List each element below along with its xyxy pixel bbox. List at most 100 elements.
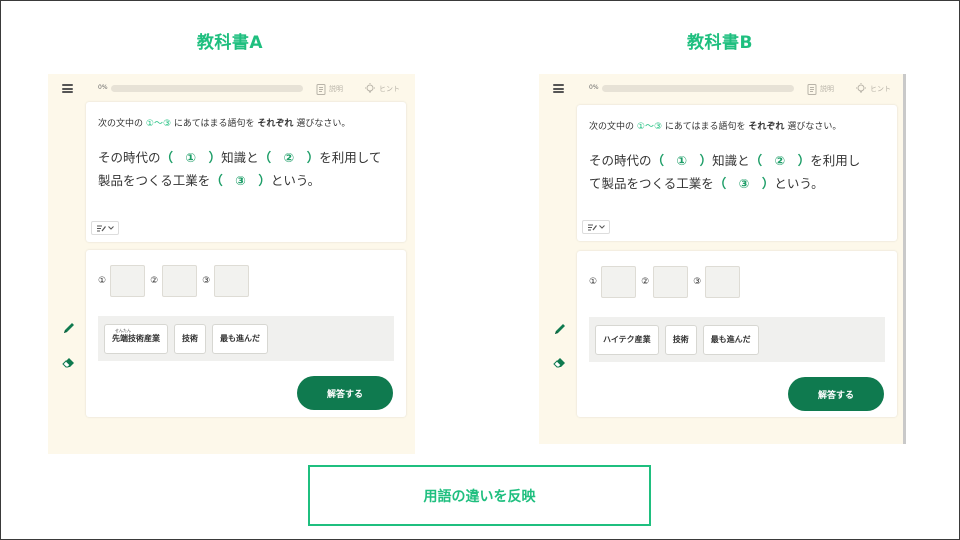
instruction-text: 選びなさい。 [787,122,842,132]
submit-answer-button[interactable]: 解答する [297,376,393,410]
textbook-b-panel: 0% 説明 ヒント 次の文中の ①～③ にあてはまる語句を それぞれ 選びなさい… [539,74,906,444]
choice-chip[interactable]: 技術 [174,323,206,354]
choice-tray: ハイテク産業 技術 最も進んだ [589,317,885,362]
hint-button[interactable]: ヒント [855,82,891,96]
sentence-text: 知識と [221,150,259,165]
hamburger-menu-icon[interactable] [62,84,73,93]
explain-label: 説明 [820,85,834,93]
hint-label: ヒント [379,85,400,93]
sentence-text: その時代の [589,153,652,168]
answer-slots: ① ② ③ [589,266,745,298]
question-instruction: 次の文中の ①～③ にあてはまる語句を それぞれ 選びなさい。 [589,119,841,132]
lightbulb-icon [856,83,866,93]
edit-lines-icon [96,225,106,231]
chevron-down-icon [107,226,114,230]
choice-chip[interactable]: 技術 [664,324,697,355]
top-bar: 0% 説明 ヒント [539,74,903,104]
instruction-text: にあてはまる語句を [664,122,746,132]
question-instruction: 次の文中の ①～③ にあてはまる語句を それぞれ 選びなさい。 [98,116,350,129]
sentence-text: その時代の [98,150,161,165]
instruction-text: 次の文中の [589,122,635,132]
choice-label: 先端技術産業 [112,334,160,343]
blank-2: （ ② ） [749,153,811,168]
blank-3: （ ③ ） [713,176,775,191]
slot-number: ③ [202,276,211,286]
choice-label: 最も進んだ [710,335,751,344]
submit-answer-button[interactable]: 解答する [788,377,884,411]
slot-number: ① [589,277,598,287]
eraser-icon[interactable] [62,355,76,369]
question-sentence: その時代の（ ① ）知識と（ ② ）を利用して 製品をつくる工業を（ ③ ）とい… [98,146,398,192]
progress-bar [602,85,794,92]
answer-card: ① ② ③ せんたん 先端技術産業 技術 最も進んだ 解答する [86,250,406,417]
textbook-a-label: 教科書A [196,33,264,53]
hamburger-menu-icon[interactable] [553,84,564,93]
sentence-text: という。 [774,176,824,191]
slot-number: ③ [693,277,702,287]
choice-label: ハイテク産業 [603,335,651,344]
textbook-b-label: 教科書B [687,33,753,53]
instruction-text: 次の文中の [98,119,144,129]
display-toggle[interactable] [91,221,119,235]
document-icon [807,83,817,95]
answer-slot-1[interactable] [601,266,637,298]
answer-slot-3[interactable] [214,265,250,297]
textbook-a-panel: 0% 説明 ヒント 次の文中の ①～③ にあてはまる語句を それぞれ 選びなさい… [48,74,415,454]
lightbulb-icon [365,83,375,93]
answer-slot-1[interactable] [110,265,146,297]
sentence-text: を利用して [319,150,382,165]
progress-bar [111,85,303,92]
instruction-text: 選びなさい。 [296,119,351,129]
hint-button[interactable]: ヒント [364,82,400,96]
sentence-text: という。 [270,173,321,188]
choice-chip[interactable]: ハイテク産業 [595,324,659,355]
instruction-emphasis: それぞれ [748,122,785,132]
answer-card: ① ② ③ ハイテク産業 技術 最も進んだ 解答する [577,251,897,417]
blank-1: （ ① ） [651,153,713,168]
document-icon [316,83,326,95]
sentence-text: を利用し [810,153,861,168]
blank-1: （ ① ） [160,150,222,165]
sentence-text: 製品をつくる工業を [98,173,211,188]
question-card: 次の文中の ①～③ にあてはまる語句を それぞれ 選びなさい。 その時代の（ ①… [86,102,406,242]
answer-slot-3[interactable] [705,266,741,298]
choice-chip[interactable]: 最も進んだ [212,323,268,354]
explain-label: 説明 [329,85,343,93]
hint-label: ヒント [870,85,891,93]
answer-slots: ① ② ③ [98,265,254,297]
blank-3: （ ③ ） [210,173,271,188]
question-card: 次の文中の ①～③ にあてはまる語句を それぞれ 選びなさい。 その時代の（ ①… [577,105,897,241]
chevron-down-icon [598,225,605,229]
slot-number: ① [98,276,107,286]
display-toggle[interactable] [582,220,610,234]
instruction-range: ①～③ [636,122,663,132]
pencil-icon[interactable] [553,322,567,336]
instruction-emphasis: それぞれ [257,119,294,129]
progress-percent: 0% [98,84,108,91]
top-bar: 0% 説明 ヒント [48,74,415,104]
instruction-range: ①～③ [145,119,172,129]
choice-chip[interactable]: 最も進んだ [702,324,759,355]
sentence-text: 知識と [712,153,750,168]
choice-chip[interactable]: せんたん 先端技術産業 [104,323,168,354]
slot-number: ② [150,276,159,286]
sentence-text: て製品をつくる工業を [589,176,714,191]
caption-box: 用語の違いを反映 [308,465,651,526]
instruction-text: にあてはまる語句を [173,119,255,129]
answer-slot-2[interactable] [162,265,198,297]
eraser-icon[interactable] [553,355,567,369]
answer-slot-2[interactable] [653,266,689,298]
choice-label: 技術 [672,335,689,344]
choice-tray: せんたん 先端技術産業 技術 最も進んだ [98,316,394,361]
ruby-text: せんたん [115,327,131,333]
explain-button[interactable]: 説明 [807,82,834,96]
blank-2: （ ② ） [258,150,320,165]
slot-number: ② [641,277,650,287]
choice-label: 最も進んだ [220,334,260,343]
pencil-icon[interactable] [62,321,76,335]
choice-label: 技術 [182,334,198,343]
question-sentence: その時代の（ ① ）知識と（ ② ）を利用し て製品をつくる工業を（ ③ ）とい… [589,149,889,195]
explain-button[interactable]: 説明 [316,82,343,96]
edit-lines-icon [587,224,597,230]
progress-percent: 0% [589,84,599,91]
